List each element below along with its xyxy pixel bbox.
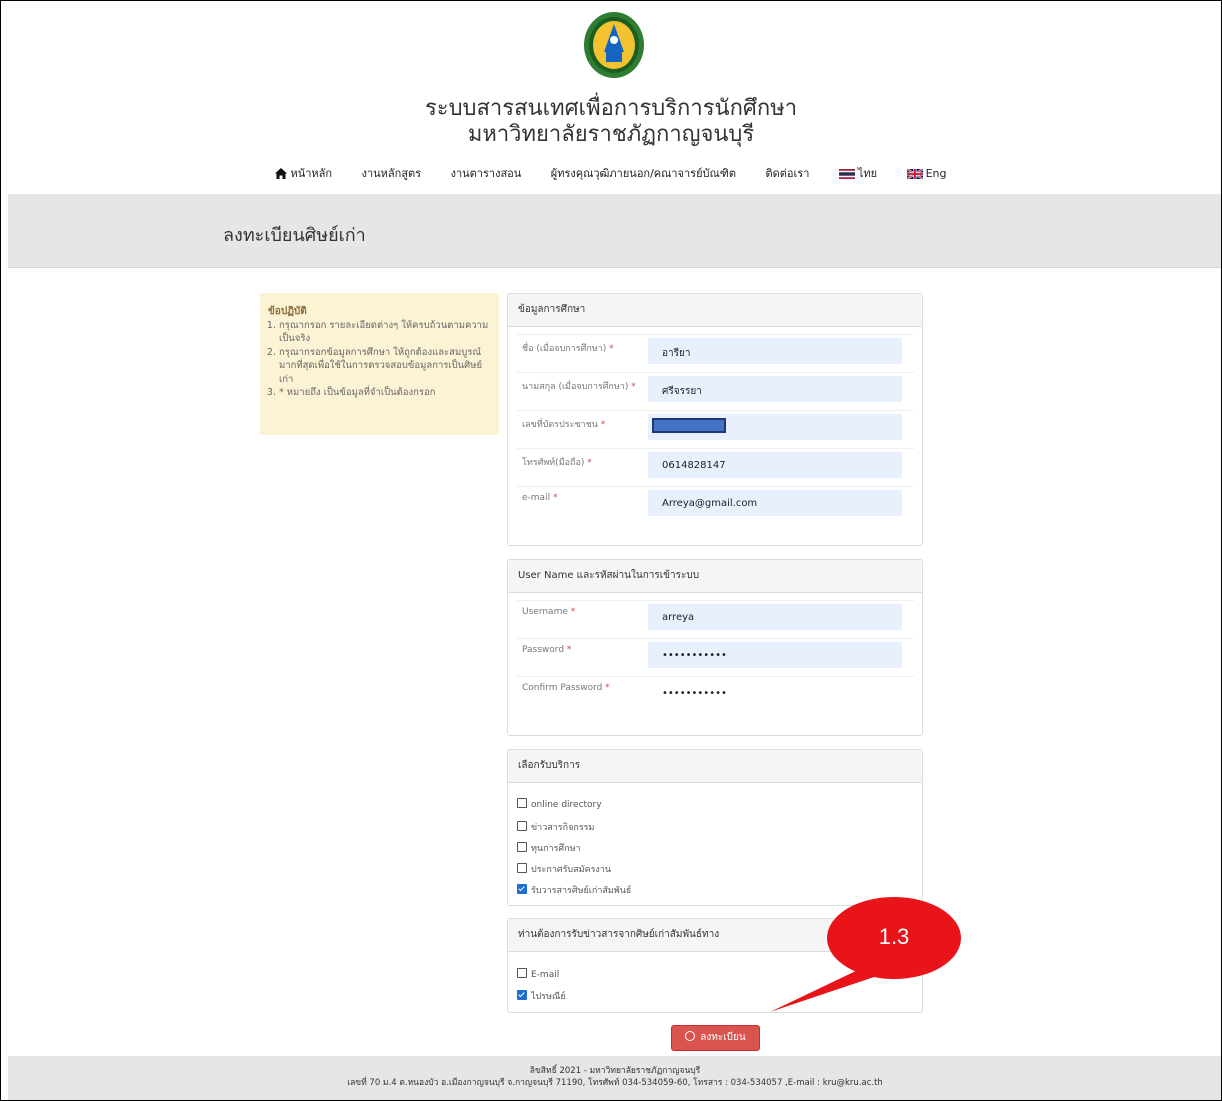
id-card-label: เลขที่บัตรประชาชน * bbox=[522, 420, 606, 430]
service-alumni-journal-checkbox[interactable]: รับวารสารศิษย์เก่าสัมพันธ์ bbox=[517, 883, 631, 897]
nav-eng-label: Eng bbox=[925, 167, 947, 180]
email-row: e-mail * Arreya@gmail.com bbox=[517, 486, 914, 525]
page-title: ลงทะเบียนศิษย์เก่า bbox=[223, 225, 366, 246]
checkbox-box[interactable] bbox=[517, 863, 527, 873]
instructions-list: กรุณากรอก รายละเอียดต่างๆ ให้ครบถ้วนตามค… bbox=[262, 319, 495, 400]
account-panel-heading: User Name และรหัสผ่านในการเข้าระบบ bbox=[508, 560, 922, 593]
education-panel-heading: ข้อมูลการศึกษา bbox=[508, 294, 922, 327]
footer-copyright: ลิขสิทธิ์ 2021 - มหาวิทยาลัยราชภัฏกาญจนบ… bbox=[529, 1066, 701, 1076]
last-name-label: นามสกุล (เมื่อจบการศึกษา) * bbox=[522, 382, 636, 392]
first-name-label: ชื่อ (เมื่อจบการศึกษา) * bbox=[522, 344, 614, 354]
confirm-password-row: Confirm Password * ••••••••••• bbox=[517, 676, 914, 715]
site-title: ระบบสารสนเทศเพื่อการบริการนักศึกษา มหาวิ… bbox=[0, 96, 1222, 148]
last-name-row: นามสกุล (เมื่อจบการศึกษา) * ศรีจรรยา bbox=[517, 372, 914, 411]
username-row: Username * arreya bbox=[517, 600, 914, 639]
phone-label: โทรศัพท์(มือถือ) * bbox=[522, 458, 592, 468]
redaction-mask bbox=[652, 418, 726, 433]
email-label: e-mail * bbox=[522, 493, 558, 503]
service-activity-news-checkbox[interactable]: ข่าวสารกิจกรรม bbox=[517, 820, 594, 834]
password-input[interactable]: ••••••••••• bbox=[648, 642, 902, 668]
instruction-item: กรุณากรอกข้อมูลการศึกษา ให้ถูกต้องและสมบ… bbox=[279, 346, 495, 387]
nav-curriculum[interactable]: งานหลักสูตร bbox=[362, 164, 422, 182]
checkbox-label: ข่าวสารกิจกรรม bbox=[531, 823, 595, 833]
checkbox-label: ประกาศรับสมัครงาน bbox=[531, 865, 612, 875]
nav-thai-label: ไทย bbox=[857, 167, 878, 180]
checkbox-box[interactable] bbox=[517, 842, 527, 852]
password-label: Password * bbox=[522, 645, 572, 655]
channel-post-checkbox[interactable]: ไปรษณีย์ bbox=[517, 989, 566, 1003]
register-button[interactable]: ลงทะเบียน bbox=[671, 1025, 760, 1051]
email-input[interactable]: Arreya@gmail.com bbox=[648, 490, 902, 516]
instructions-box: ข้อปฏิบัติ กรุณากรอก รายละเอียดต่างๆ ให้… bbox=[260, 293, 499, 435]
university-logo bbox=[584, 12, 644, 78]
checkbox-label: ทุนการศึกษา bbox=[531, 844, 581, 854]
checkbox-box[interactable] bbox=[517, 798, 527, 808]
service-online-directory-checkbox[interactable]: online directory bbox=[517, 798, 602, 810]
uk-flag-icon bbox=[906, 168, 924, 180]
checkbox-box-checked[interactable] bbox=[517, 884, 527, 894]
nav-experts[interactable]: ผู้ทรงคุณวุฒิภายนอก/คณาจารย์บัณฑิต bbox=[551, 164, 736, 182]
nav-home[interactable]: หน้าหลัก bbox=[275, 164, 332, 182]
last-name-input[interactable]: ศรีจรรยา bbox=[648, 376, 902, 402]
site-title-line2: มหาวิทยาลัยราชภัฏกาญจนบุรี bbox=[467, 122, 755, 147]
phone-row: โทรศัพท์(มือถือ) * 0614828147 bbox=[517, 448, 914, 487]
services-panel: เลือกรับบริการ online directory ข่าวสารก… bbox=[507, 749, 923, 906]
nav-schedule[interactable]: งานตารางสอน bbox=[451, 164, 522, 182]
nav-lang-eng[interactable]: Eng bbox=[906, 167, 947, 180]
id-card-row: เลขที่บัตรประชาชน * bbox=[517, 410, 914, 449]
service-scholarship-checkbox[interactable]: ทุนการศึกษา bbox=[517, 841, 581, 855]
nav-home-label: หน้าหลัก bbox=[290, 167, 333, 180]
callout-label: 1.3 bbox=[878, 924, 910, 949]
checkbox-label: E-mail bbox=[531, 970, 560, 980]
checkbox-box[interactable] bbox=[517, 821, 527, 831]
first-name-input[interactable]: อารียา bbox=[648, 338, 902, 364]
check-circle-icon bbox=[685, 1031, 696, 1041]
checkbox-box-checked[interactable] bbox=[517, 990, 527, 1000]
services-panel-heading: เลือกรับบริการ bbox=[508, 750, 922, 783]
id-card-input[interactable] bbox=[648, 414, 902, 440]
nav-lang-thai[interactable]: ไทย bbox=[838, 164, 878, 182]
checkbox-label: ไปรษณีย์ bbox=[531, 992, 566, 1002]
channel-email-checkbox[interactable]: E-mail bbox=[517, 968, 559, 980]
nav-contact[interactable]: ติดต่อเรา bbox=[765, 164, 809, 182]
first-name-row: ชื่อ (เมื่อจบการศึกษา) * อารียา bbox=[517, 334, 914, 373]
thai-flag-icon bbox=[838, 169, 855, 179]
register-button-label: ลงทะเบียน bbox=[700, 1032, 746, 1043]
checkbox-label: รับวารสารศิษย์เก่าสัมพันธ์ bbox=[531, 886, 632, 896]
instruction-item: กรุณากรอก รายละเอียดต่างๆ ให้ครบถ้วนตามค… bbox=[279, 319, 495, 346]
account-panel: User Name และรหัสผ่านในการเข้าระบบ Usern… bbox=[507, 559, 923, 736]
instruction-item: * หมายถึง เป็นข้อมูลที่จำเป็นต้องกรอก bbox=[279, 386, 495, 400]
password-row: Password * ••••••••••• bbox=[517, 638, 914, 677]
main-nav: หน้าหลัก งานหลักสูตร งานตารางสอน ผู้ทรงค… bbox=[0, 164, 1222, 182]
footer: ลิขสิทธิ์ 2021 - มหาวิทยาลัยราชภัฏกาญจนบ… bbox=[8, 1056, 1222, 1101]
checkbox-label: online directory bbox=[531, 800, 602, 810]
phone-input[interactable]: 0614828147 bbox=[648, 452, 902, 478]
site-title-line1: ระบบสารสนเทศเพื่อการบริการนักศึกษา bbox=[424, 96, 798, 121]
instructions-title: ข้อปฏิบัติ bbox=[268, 306, 307, 317]
service-job-announcement-checkbox[interactable]: ประกาศรับสมัครงาน bbox=[517, 862, 611, 876]
footer-address: เลขที่ 70 ม.4 ต.หนองบัว อ.เมืองกาญจนบุรี… bbox=[347, 1078, 883, 1088]
confirm-password-input[interactable]: ••••••••••• bbox=[648, 680, 902, 706]
username-input[interactable]: arreya bbox=[648, 604, 902, 630]
checkbox-box[interactable] bbox=[517, 968, 527, 978]
username-label: Username * bbox=[522, 607, 576, 617]
confirm-password-label: Confirm Password * bbox=[522, 683, 610, 693]
page-title-band: ลงทะเบียนศิษย์เก่า bbox=[8, 194, 1222, 268]
home-icon bbox=[275, 168, 288, 179]
education-panel: ข้อมูลการศึกษา ชื่อ (เมื่อจบการศึกษา) * … bbox=[507, 293, 923, 546]
